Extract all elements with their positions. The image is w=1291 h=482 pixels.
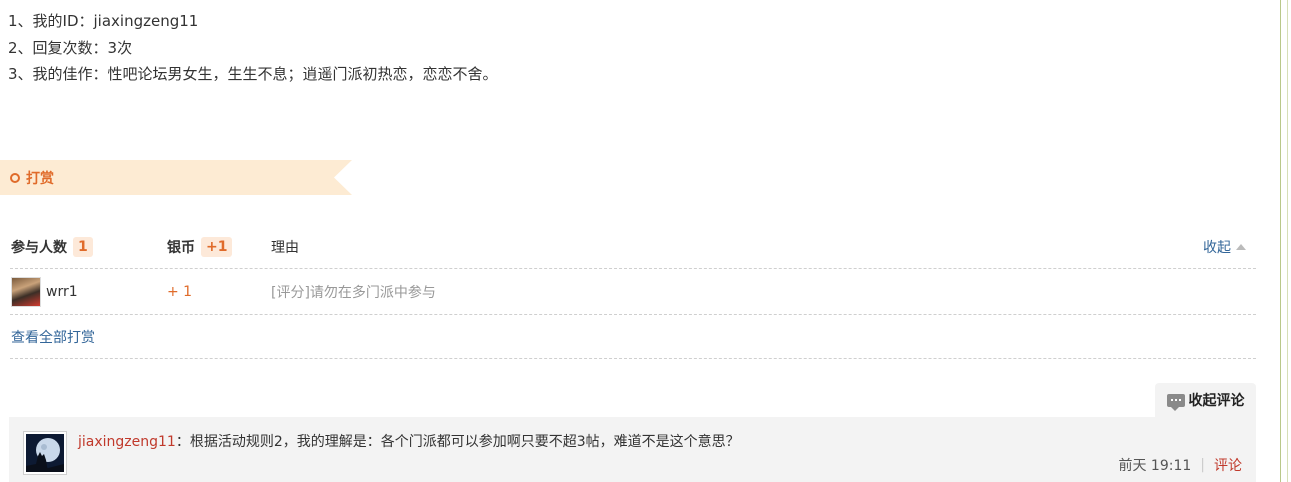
silver-total-badge: +1: [201, 237, 233, 257]
table-row: wrr1 + 1 [评分]请勿在多门派中参与: [10, 269, 1256, 315]
reward-title-text: 打赏: [26, 171, 54, 187]
participants-count-badge: 1: [73, 237, 93, 257]
meta-separator: |: [1200, 457, 1205, 473]
avatar[interactable]: [11, 276, 41, 307]
page-border-line-outer: [1287, 0, 1288, 482]
comment-time: 前天 19:11: [1118, 458, 1192, 474]
intro-line-reply-count: 2、回复次数：3次: [8, 38, 133, 57]
participants-header: 参与人数 1: [11, 226, 93, 268]
post-body: 1、我的ID：jiaxingzeng11 2、回复次数：3次 3、我的佳作：性吧…: [8, 8, 498, 88]
silver-label: 银币: [167, 240, 195, 256]
page-border-line: [1280, 0, 1281, 482]
intro-line-id: 1、我的ID：jiaxingzeng11: [8, 12, 199, 30]
comment-username[interactable]: jiaxingzeng11: [78, 434, 176, 450]
comment-reply-link[interactable]: 评论: [1214, 455, 1242, 475]
reward-section-title: 打赏: [10, 168, 54, 188]
reward-reason: [评分]请勿在多门派中参与: [271, 284, 436, 301]
view-all-rewards-link[interactable]: 查看全部打赏: [11, 315, 95, 358]
comment-body: ：根据活动规则2，我的理解是：各个门派都可以参加啊只要不超3帖，难道不是这个意思…: [175, 434, 740, 450]
collapse-comments-label: 收起评论: [1188, 393, 1245, 409]
collapse-label: 收起: [1203, 240, 1231, 256]
collapse-comments-button[interactable]: 收起评论: [1155, 383, 1256, 417]
participants-label: 参与人数: [11, 240, 67, 256]
wolf-moon-avatar-image: [26, 434, 64, 472]
collapse-reward-button[interactable]: 收起: [1203, 226, 1246, 268]
reward-silver-value: + 1: [167, 283, 193, 300]
reward-user[interactable]: wrr1: [11, 269, 78, 314]
comment-bubble-icon: [1166, 393, 1185, 411]
comment-content: jiaxingzeng11：根据活动规则2，我的理解是：各个门派都可以参加啊只要…: [78, 431, 740, 451]
reward-table-header: 参与人数 1 银币 +1 理由 收起: [10, 226, 1256, 269]
comment-item: jiaxingzeng11：根据活动规则2，我的理解是：各个门派都可以参加啊只要…: [9, 417, 1256, 482]
silver-header: 银币 +1: [167, 226, 233, 268]
reward-username[interactable]: wrr1: [46, 284, 78, 300]
reward-section-banner: 打赏: [0, 160, 352, 195]
reward-table: 参与人数 1 银币 +1 理由 收起 wrr1 + 1 [评分]请勿在多门派中参…: [10, 226, 1256, 359]
circle-icon: [10, 173, 20, 183]
chevron-up-icon: [1236, 244, 1246, 250]
view-all-row: 查看全部打赏: [10, 315, 1256, 359]
intro-line-works: 3、我的佳作：性吧论坛男女生，生生不息；逍遥门派初热恋，恋恋不舍。: [8, 65, 498, 83]
reason-header: 理由: [271, 240, 299, 256]
comment-meta: 前天 19:11 | 评论: [1118, 455, 1242, 475]
avatar[interactable]: [23, 431, 67, 475]
